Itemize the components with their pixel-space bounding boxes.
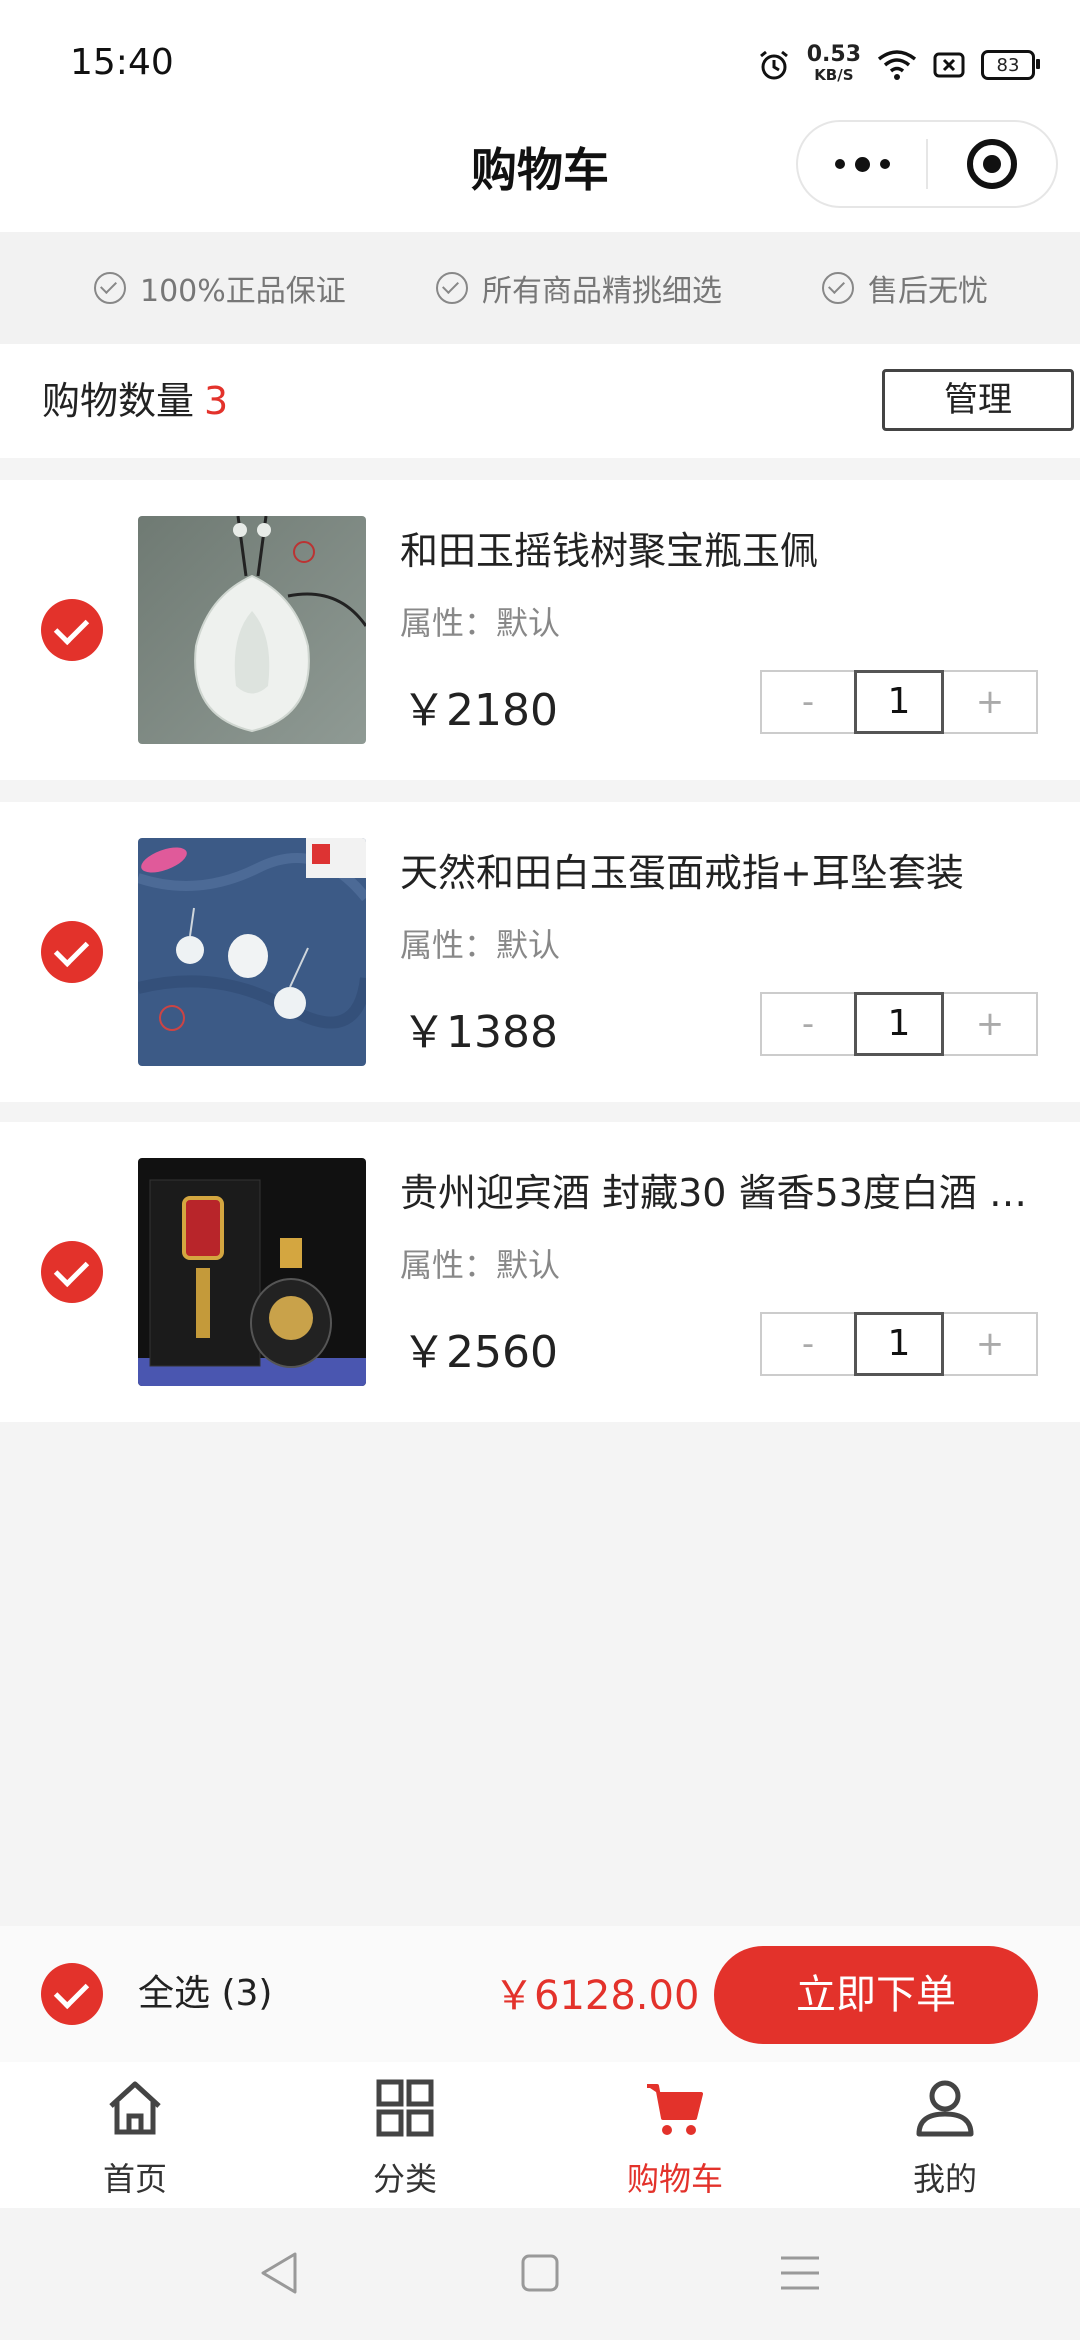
cart-icon [647, 2084, 703, 2135]
tab-mine[interactable]: 我的 [845, 2062, 1045, 2208]
guarantee-strip: 100%正品保证 所有商品精挑细选 售后无忧 [0, 232, 1080, 344]
check-circle-icon [94, 272, 126, 304]
increase-button[interactable]: + [944, 672, 1036, 732]
increase-button[interactable]: + [944, 994, 1036, 1054]
status-icons: 0.53 KB/S 83 [757, 40, 1040, 90]
guarantee-item: 售后无忧 [822, 232, 988, 344]
sim-icon [933, 52, 965, 78]
status-bar: 15:40 0.53 KB/S 83 [0, 0, 1080, 120]
select-all-checkbox[interactable] [41, 1963, 103, 2025]
user-icon [916, 2080, 974, 2137]
alarm-icon [759, 50, 788, 80]
guarantee-label: 所有商品精挑细选 [482, 274, 722, 309]
increase-button[interactable]: + [944, 1314, 1036, 1374]
recents-menu-icon[interactable] [775, 2248, 825, 2298]
decrease-button[interactable]: - [762, 672, 854, 732]
baijiu-bottle-image[interactable] [138, 1158, 366, 1386]
total-price: ￥6128.00 [494, 1973, 700, 2019]
status-time: 15:40 [70, 42, 174, 83]
place-order-button[interactable]: 立即下单 [714, 1946, 1038, 2044]
decrease-button[interactable]: - [762, 994, 854, 1054]
item-price: ￥2180 [402, 685, 558, 736]
item-checkbox[interactable] [41, 599, 103, 661]
network-speed-value: 0.53 [806, 42, 861, 67]
system-nav-bar [0, 2208, 1080, 2340]
back-icon[interactable] [255, 2248, 305, 2298]
cart-count-text: 购物数量 [42, 379, 195, 423]
more-dots-icon[interactable] [798, 156, 926, 172]
item-name[interactable]: 和田玉摇钱树聚宝瓶玉佩 [400, 520, 1040, 575]
cart-item: 天然和田白玉蛋面戒指+耳坠套装 属性：默认 ￥1388 - 1 + [0, 802, 1080, 1102]
target-icon[interactable] [928, 139, 1056, 189]
checkout-bar: 全选 (3) ￥6128.00 立即下单 [0, 1926, 1080, 2062]
cart-item: 贵州迎宾酒 封藏30 酱香53度白酒 … 属性：默认 ￥2560 - 1 + [0, 1122, 1080, 1422]
check-circle-icon [822, 272, 854, 304]
home-icon [109, 2081, 161, 2135]
nav-bar: 购物车 [0, 120, 1080, 232]
network-speed: 0.53 KB/S [806, 42, 861, 85]
mini-program-capsule [796, 120, 1058, 208]
guarantee-item: 所有商品精挑细选 [436, 232, 722, 344]
tab-cart[interactable]: 购物车 [575, 2062, 775, 2208]
cart-count-bar: 购物数量 3 管理 [0, 344, 1080, 458]
item-attribute: 属性：默认 [400, 604, 561, 642]
quantity-input[interactable]: 1 [854, 1312, 944, 1376]
quantity-input[interactable]: 1 [854, 992, 944, 1056]
quantity-stepper: - 1 + [760, 670, 1038, 734]
tab-label: 购物车 [626, 2160, 723, 2198]
item-checkbox[interactable] [41, 921, 103, 983]
home-square-icon[interactable] [515, 2248, 565, 2298]
grid-icon [376, 2079, 434, 2137]
battery-icon: 83 [981, 50, 1040, 80]
cart-count-number: 3 [204, 379, 229, 423]
tab-label: 我的 [912, 2160, 977, 2198]
check-circle-icon [436, 272, 468, 304]
tab-bar: 首页 分类 购物车 我的 [0, 2062, 1080, 2208]
quantity-stepper: - 1 + [760, 992, 1038, 1056]
tab-home[interactable]: 首页 [35, 2062, 235, 2208]
item-attribute: 属性：默认 [400, 926, 561, 964]
decrease-button[interactable]: - [762, 1314, 854, 1374]
battery-level: 83 [996, 54, 1020, 76]
guarantee-item: 100%正品保证 [94, 232, 346, 344]
wifi-icon [877, 50, 917, 80]
item-checkbox[interactable] [41, 1241, 103, 1303]
tab-label: 分类 [372, 2160, 437, 2198]
jade-ring-earrings-image[interactable] [138, 838, 366, 1066]
cart-item: 和田玉摇钱树聚宝瓶玉佩 属性：默认 ￥2180 - 1 + [0, 480, 1080, 780]
quantity-stepper: - 1 + [760, 1312, 1038, 1376]
item-name[interactable]: 天然和田白玉蛋面戒指+耳坠套装 [400, 842, 1040, 897]
jade-pendant-image[interactable] [138, 516, 366, 744]
item-attribute: 属性：默认 [400, 1246, 561, 1284]
network-speed-unit: KB/S [814, 66, 854, 84]
select-all-label[interactable]: 全选 (3) [138, 1926, 272, 2062]
item-name[interactable]: 贵州迎宾酒 封藏30 酱香53度白酒 … [400, 1162, 1040, 1217]
tab-category[interactable]: 分类 [305, 2062, 505, 2208]
tab-label: 首页 [102, 2160, 167, 2198]
quantity-input[interactable]: 1 [854, 670, 944, 734]
cart-count-label: 购物数量 3 [42, 344, 228, 458]
item-price: ￥2560 [402, 1327, 558, 1378]
item-price: ￥1388 [402, 1007, 558, 1058]
manage-button[interactable]: 管理 [882, 369, 1074, 431]
guarantee-label: 100%正品保证 [140, 274, 346, 309]
guarantee-label: 售后无忧 [868, 274, 988, 309]
